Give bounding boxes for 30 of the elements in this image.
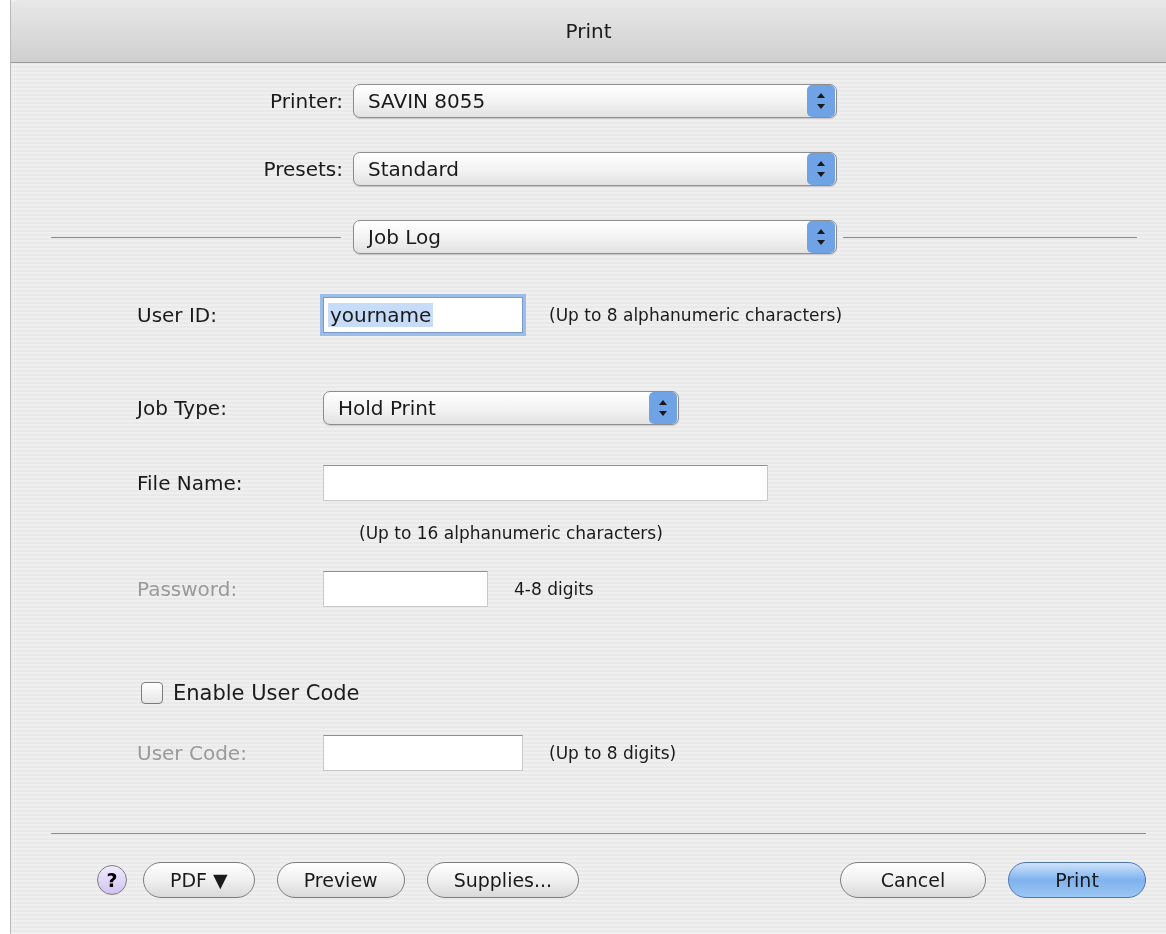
field-label: Password: [137,577,239,601]
input-field[interactable] [323,465,768,501]
field-label: User Code: [137,741,248,765]
panel-popup-menu[interactable]: Job Log [353,220,837,254]
push-button[interactable]: Print [1008,862,1146,898]
push-button[interactable]: Preview [276,862,405,898]
field-label: Job Type: [137,396,228,420]
help-button[interactable]: ? [97,865,127,895]
stepper-icon [807,85,835,117]
push-button[interactable]: Supplies... [426,862,580,898]
push-button[interactable]: PDF ▼ [143,862,255,898]
popup-menu[interactable]: Hold Print [323,391,679,425]
input-field[interactable]: yourname [323,297,523,333]
stepper-icon [807,153,835,185]
hint-text: (Up to 16 alphanumeric characters) [359,523,663,543]
stepper-icon [807,221,835,253]
checkbox-label: Enable User Code [173,681,360,705]
hint-text: (Up to 8 digits) [549,743,677,763]
popup-menu[interactable]: Standard [353,152,837,186]
checkbox[interactable] [141,682,163,704]
popup-menu[interactable]: SAVIN 8055 [353,84,837,118]
hint-text: 4-8 digits [514,579,594,599]
popup-label: Presets: [262,157,344,181]
field-label: User ID: [137,303,218,327]
field-label: File Name: [137,471,244,495]
push-button[interactable]: Cancel [840,862,986,898]
window-title: Print [565,19,612,43]
stepper-icon [649,392,677,424]
hint-text: (Up to 8 alphanumeric characters) [549,305,842,325]
popup-label: Printer: [269,89,344,113]
